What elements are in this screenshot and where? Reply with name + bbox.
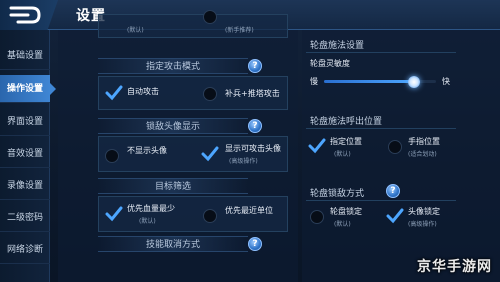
divider bbox=[306, 128, 456, 129]
right-settings-panel: 轮盘施法设置 轮盘灵敏度 慢 快 轮盘施法呼出位置 指定位置 (默认) 手指位置… bbox=[302, 30, 500, 282]
sidebar-item-controls[interactable]: 操作设置 bbox=[0, 75, 56, 103]
target-filter-options: 优先血量最少 (默认) 优先最近单位 bbox=[98, 196, 288, 232]
option-no-avatar-label: 不显示头像 bbox=[127, 146, 167, 155]
option-wheel-lock-sub: (默认) bbox=[334, 221, 351, 228]
option-wheel-lock-radio[interactable] bbox=[310, 210, 324, 224]
sidebar: 基础设置 操作设置 界面设置 音效设置 录像设置 二级密码 网络诊断 bbox=[0, 30, 56, 282]
option-finger-position-label: 手指位置 bbox=[408, 137, 440, 146]
left-settings-panel: (默认) (新手推荐) 指定攻击模式 ? 自动攻击 补兵+推塔攻击 锁敌头像显示… bbox=[58, 10, 298, 282]
checkmark-icon[interactable] bbox=[105, 206, 123, 222]
option-finger-position-sub: (适合划动) bbox=[408, 151, 437, 158]
checkmark-icon[interactable] bbox=[308, 138, 326, 154]
partial-right-sub: (新手推荐) bbox=[225, 27, 254, 34]
option-show-avatar-label: 显示可攻击头像 bbox=[225, 144, 281, 153]
checkmark-icon[interactable] bbox=[105, 85, 123, 101]
option-nearest-radio[interactable] bbox=[203, 209, 217, 223]
sensitivity-slider-thumb[interactable] bbox=[407, 76, 420, 88]
option-lowest-hp-sub: (默认) bbox=[139, 218, 156, 225]
attack-mode-help-icon[interactable]: ? bbox=[248, 59, 262, 73]
attack-mode-options: 自动攻击 补兵+推塔攻击 bbox=[98, 76, 288, 110]
option-finger-position-radio[interactable] bbox=[388, 140, 402, 154]
option-show-avatar-sub: (高级操作) bbox=[229, 158, 258, 165]
option-last-hit-label: 补兵+推塔攻击 bbox=[225, 89, 280, 98]
divider bbox=[306, 200, 456, 201]
option-no-avatar-radio[interactable] bbox=[105, 149, 119, 163]
lock-avatar-help-icon[interactable]: ? bbox=[248, 119, 262, 133]
option-avatar-lock-label: 头像锁定 bbox=[408, 207, 440, 216]
option-last-hit-radio[interactable] bbox=[203, 87, 217, 101]
sidebar-item-sound[interactable]: 音效设置 bbox=[0, 140, 50, 168]
option-auto-attack-label: 自动攻击 bbox=[127, 87, 159, 96]
sidebar-item-password[interactable]: 二级密码 bbox=[0, 204, 50, 232]
attack-mode-heading: 指定攻击模式 bbox=[98, 58, 248, 74]
partial-left-sub: (默认) bbox=[127, 27, 144, 34]
skill-cancel-help-icon[interactable]: ? bbox=[248, 237, 262, 251]
option-wheel-lock-label: 轮盘锁定 bbox=[330, 207, 362, 216]
wheel-lock-heading: 轮盘锁敌方式 bbox=[310, 189, 365, 199]
checkmark-icon[interactable] bbox=[386, 208, 404, 224]
wheel-lock-help-icon[interactable]: ? bbox=[386, 184, 400, 198]
option-fixed-position-sub: (默认) bbox=[334, 151, 351, 158]
lock-avatar-options: 不显示头像 显示可攻击头像 (高级操作) bbox=[98, 136, 288, 172]
back-arrow-icon bbox=[9, 6, 41, 24]
option-avatar-lock-sub: (高级操作) bbox=[408, 221, 437, 228]
sidebar-item-basic[interactable]: 基础设置 bbox=[0, 42, 50, 70]
sensitivity-label: 轮盘灵敏度 bbox=[310, 59, 350, 68]
target-filter-heading: 目标筛选 bbox=[98, 178, 248, 194]
sidebar-item-interface[interactable]: 界面设置 bbox=[0, 108, 50, 136]
skill-cancel-heading: 技能取消方式 bbox=[98, 236, 248, 252]
option-nearest-label: 优先最近单位 bbox=[225, 206, 273, 215]
sidebar-item-recording[interactable]: 录像设置 bbox=[0, 172, 50, 200]
wheel-settings-heading: 轮盘施法设置 bbox=[310, 41, 365, 51]
divider bbox=[306, 52, 456, 53]
checkmark-icon[interactable] bbox=[201, 146, 219, 162]
partial-radio[interactable] bbox=[203, 10, 217, 24]
partial-option-row: (默认) (新手推荐) bbox=[98, 10, 288, 38]
sensitivity-slider-fill bbox=[324, 80, 414, 83]
option-lowest-hp-label: 优先血量最少 bbox=[127, 204, 175, 213]
back-button[interactable] bbox=[0, 0, 58, 30]
lock-avatar-heading: 锁敌头像显示 bbox=[98, 118, 248, 134]
site-watermark: 京华手游网 bbox=[417, 259, 492, 275]
option-fixed-position-label: 指定位置 bbox=[330, 137, 362, 146]
slider-slow-label: 慢 bbox=[310, 77, 318, 86]
wheel-position-heading: 轮盘施法呼出位置 bbox=[310, 117, 383, 127]
sidebar-item-network[interactable]: 网络诊断 bbox=[0, 236, 50, 264]
slider-fast-label: 快 bbox=[442, 77, 450, 86]
